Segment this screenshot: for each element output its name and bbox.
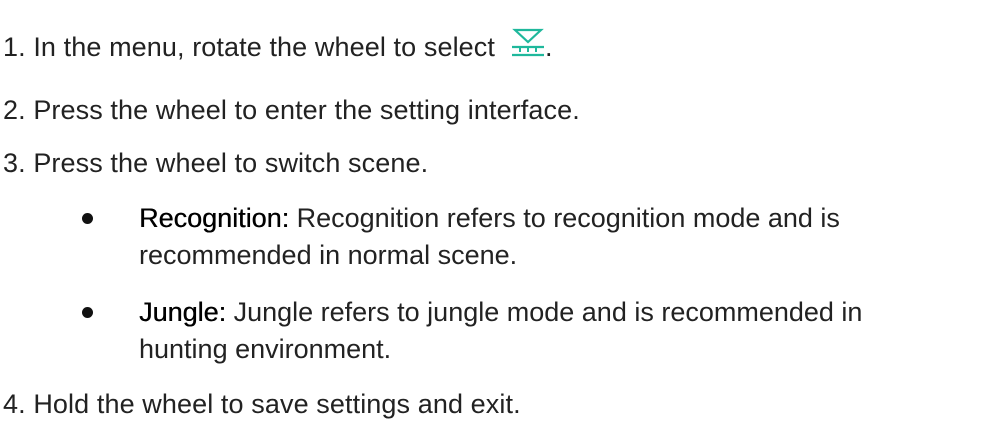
bullet-continuation: recommended in normal scene. bbox=[139, 240, 518, 270]
bullet-description: Jungle refers to jungle mode and is reco… bbox=[226, 297, 863, 327]
bullet-term: Recognition: bbox=[139, 203, 290, 233]
bullet-dot-icon bbox=[82, 213, 93, 224]
step-4: 4. Hold the wheel to save settings and e… bbox=[3, 389, 521, 419]
bullet-line: Jungle: Jungle refers to jungle mode and… bbox=[139, 294, 862, 330]
bullet-continuation: hunting environment. bbox=[139, 334, 392, 364]
step-1-suffix: . bbox=[545, 32, 553, 62]
step-1-text: 1. In the menu, rotate the wheel to sele… bbox=[3, 32, 495, 62]
scene-mode-icon bbox=[511, 28, 545, 58]
step-3: 3. Press the wheel to switch scene. bbox=[3, 148, 429, 178]
bullet-dot-icon bbox=[82, 307, 93, 318]
step-2: 2. Press the wheel to enter the setting … bbox=[3, 95, 580, 125]
bullet-description: Recognition refers to recognition mode a… bbox=[289, 203, 840, 233]
bullet-line: Recognition: Recognition refers to recog… bbox=[139, 200, 840, 236]
bullet-term: Jungle: bbox=[139, 297, 227, 327]
step-1: 1. In the menu, rotate the wheel to sele… bbox=[3, 28, 553, 65]
instruction-document: 1. In the menu, rotate the wheel to sele… bbox=[0, 0, 1007, 432]
